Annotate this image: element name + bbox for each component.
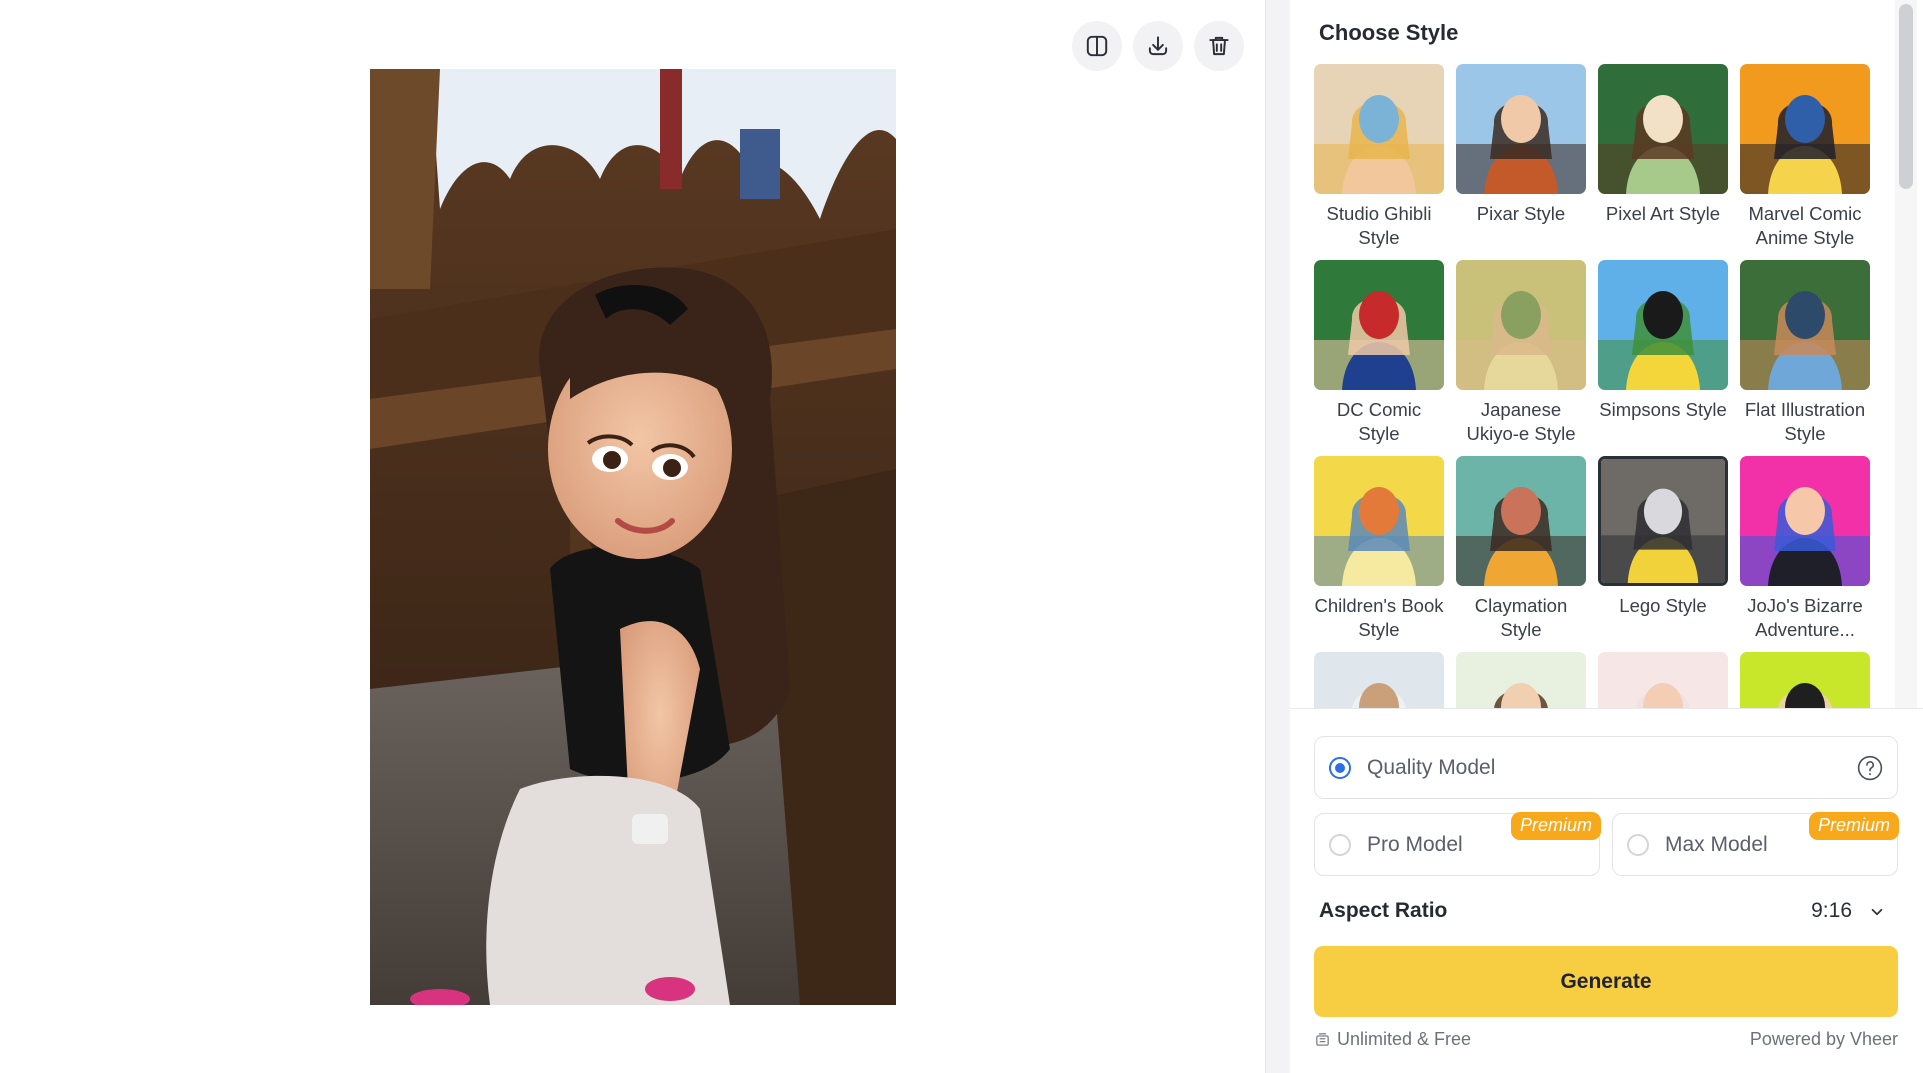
style-option[interactable]: Flat Illustration Style [1740,260,1870,456]
style-label: Children's Book Style [1314,595,1444,640]
style-label: Flat Illustration Style [1744,399,1866,444]
quality-model-option[interactable]: Quality Model [1314,736,1898,799]
style-option[interactable]: Simpsons Style [1598,260,1728,456]
style-option[interactable]: Marvel Comic Anime Style [1740,64,1870,260]
style-option[interactable]: Children's Book Style [1314,456,1444,652]
style-option[interactable]: Lego Style [1598,456,1728,652]
style-label: DC Comic Style [1336,399,1422,444]
unlimited-free-text: Unlimited & Free [1337,1029,1472,1049]
trash-icon [1209,36,1229,56]
style-thumbnail [1456,260,1586,390]
style-thumbnail [1598,64,1728,194]
aspect-ratio-value[interactable]: 9:16 [1811,899,1852,923]
help-icon[interactable] [1857,755,1883,781]
pro-model-option[interactable]: Pro Model Premium [1314,812,1601,876]
style-label: Pixar Style [1476,203,1566,224]
style-thumbnail [1598,652,1728,708]
style-thumbnail [1456,652,1586,708]
generated-image [370,69,896,1005]
style-label: JoJo's Bizarre Adventure... [1747,595,1863,640]
style-grid: Studio Ghibli Style Pixar Style Pixel Art … [1314,64,1870,708]
max-model-option[interactable]: Max Model Premium [1612,812,1899,876]
preview-toolbar [1072,21,1244,71]
download-icon [1148,36,1168,56]
style-label: Japanese Ukiyo-e Style [1466,399,1576,444]
style-label: Lego Style [1619,595,1707,616]
split-view-icon [1086,35,1108,57]
style-thumbnail [1598,456,1728,586]
styles-scroll-area[interactable]: Choose Style Studio Ghibli Style Pixar St… [1290,0,1890,708]
download-button[interactable] [1133,21,1183,71]
chevron-down-icon [1871,908,1883,916]
style-thumbnail [1740,64,1870,194]
style-option[interactable]: Pixar Style [1456,64,1586,260]
quality-model-radio[interactable] [1329,756,1351,779]
preview-panel [0,0,1266,1073]
style-label: Studio Ghibli Style [1326,203,1432,248]
unlimited-free-note: Unlimited & Free [1314,1029,1471,1050]
style-thumbnail [1598,260,1728,390]
style-thumbnail [1314,260,1444,390]
max-model-radio[interactable] [1627,833,1649,856]
scrollbar-thumb[interactable] [1899,4,1913,189]
style-thumbnail [1740,652,1870,708]
powered-by-text: Powered by Vheer [1749,1029,1898,1049]
style-thumbnail [1740,456,1870,586]
generate-button[interactable]: Generate [1314,946,1898,1017]
style-label: Claymation Style [1474,595,1568,640]
compare-button[interactable] [1072,21,1122,71]
aspect-ratio-label: Aspect Ratio [1319,899,1448,922]
premium-badge: Premium [1808,812,1899,840]
quality-model-label: Quality Model [1367,755,1496,779]
style-thumbnail [1456,64,1586,194]
style-option[interactable]: JoJo's Bizarre Adventure... [1740,456,1870,652]
style-option[interactable] [1740,652,1870,708]
style-thumbnail [1740,260,1870,390]
style-option[interactable] [1456,652,1586,708]
divider [1290,708,1923,709]
style-option[interactable] [1314,652,1444,708]
delete-button[interactable] [1194,21,1244,71]
pro-model-label: Pro Model [1367,832,1463,856]
style-label: Simpsons Style [1599,399,1727,420]
pro-model-radio[interactable] [1329,833,1351,856]
style-label: Marvel Comic Anime Style [1748,203,1862,248]
aspect-ratio-dropdown[interactable] [1861,896,1893,928]
premium-badge: Premium [1510,812,1601,840]
style-thumbnail [1456,456,1586,586]
settings-panel: Choose Style Studio Ghibli Style Pixar St… [1290,0,1923,1073]
style-option[interactable]: DC Comic Style [1314,260,1444,456]
style-thumbnail [1314,64,1444,194]
style-option[interactable]: Japanese Ukiyo-e Style [1456,260,1586,456]
choose-style-title: Choose Style [1319,20,1459,45]
style-option[interactable] [1598,652,1728,708]
stack-icon [1316,1033,1329,1046]
style-option[interactable]: Pixel Art Style [1598,64,1728,260]
style-thumbnail [1314,652,1444,708]
style-option[interactable]: Claymation Style [1456,456,1586,652]
style-label: Pixel Art Style [1605,203,1721,224]
style-thumbnail [1314,456,1444,586]
style-option[interactable]: Studio Ghibli Style [1314,64,1444,260]
max-model-label: Max Model [1665,832,1768,856]
